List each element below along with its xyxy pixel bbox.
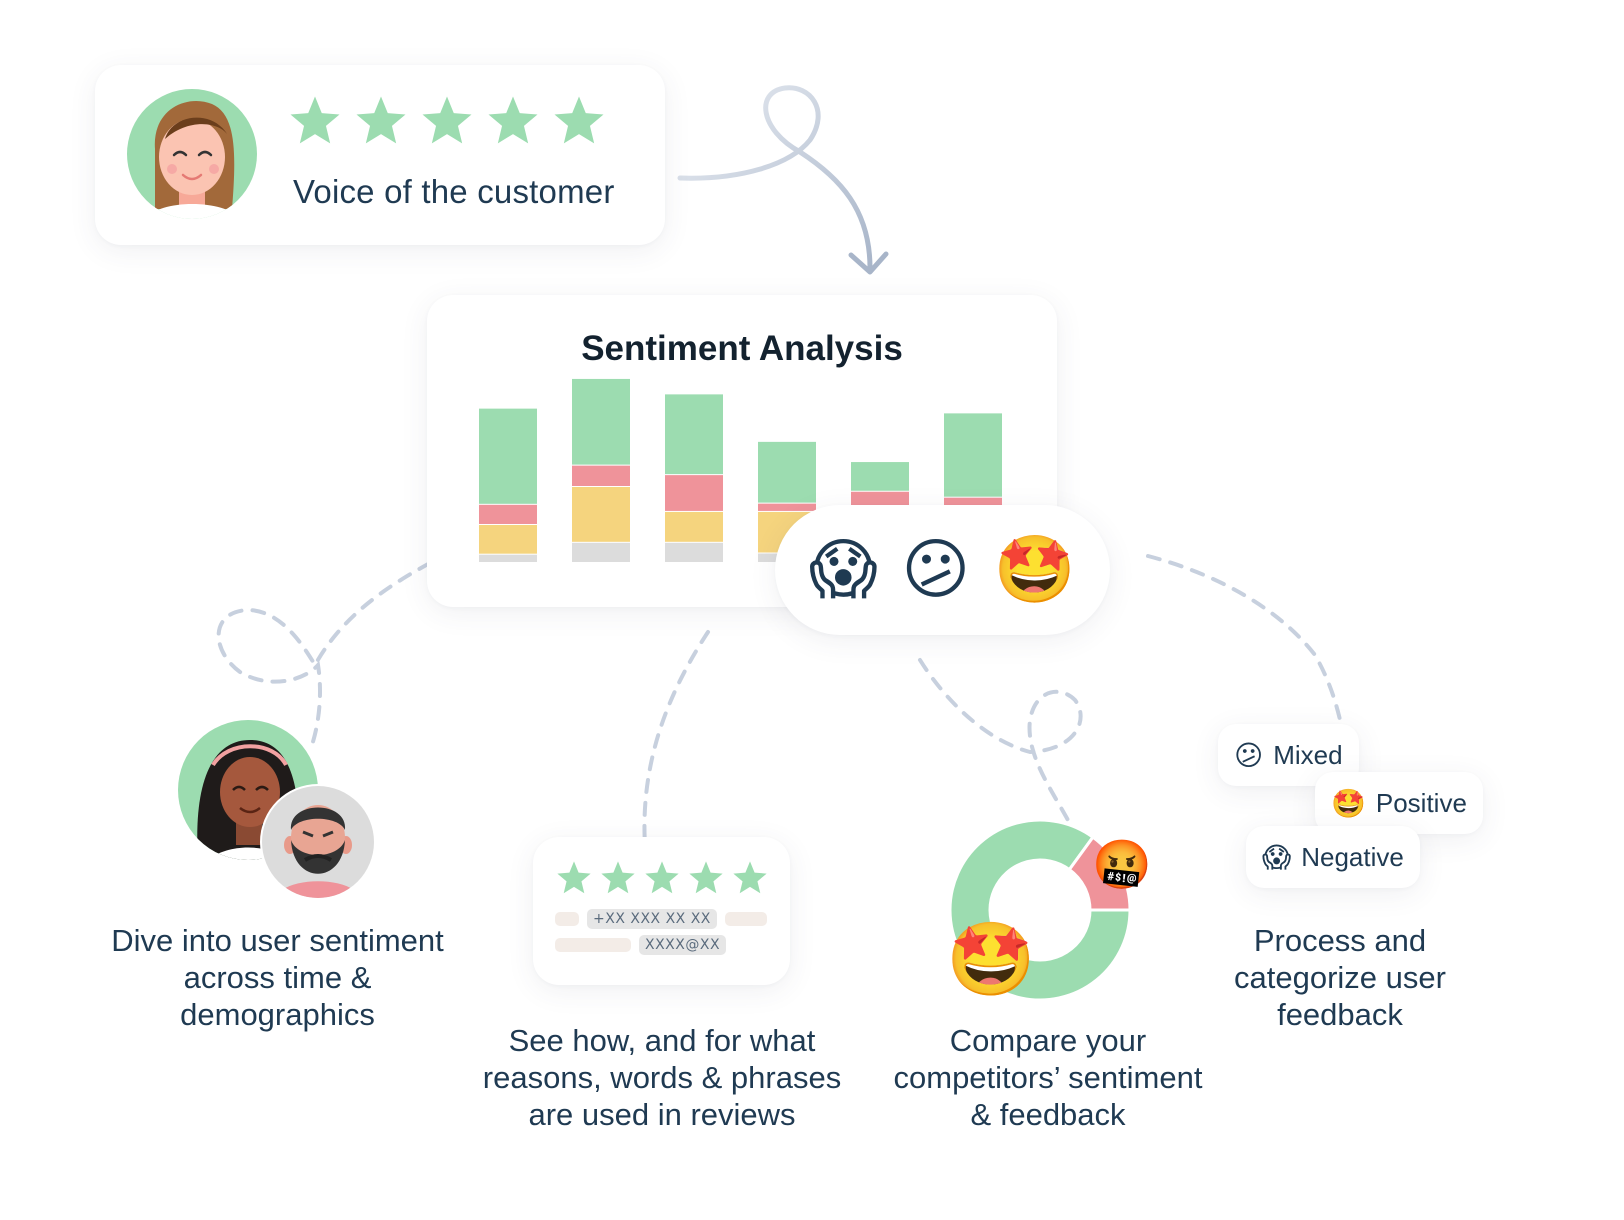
bar-segment-positive xyxy=(665,394,723,475)
placeholder-bar xyxy=(555,938,631,952)
smiling-woman-avatar-icon xyxy=(127,89,257,219)
feature-competitors-text: Compare your competitors’ sentiment & fe… xyxy=(868,1022,1228,1133)
star-struck-face-icon: 🤩 xyxy=(993,531,1077,608)
dashed-connector-left xyxy=(216,561,432,747)
voice-of-customer-card: Voice of the customer xyxy=(95,65,665,245)
star-icon xyxy=(356,96,406,144)
star-icon xyxy=(689,861,723,894)
tag-label: Mixed xyxy=(1273,739,1343,770)
tag-positive[interactable]: 🤩 Positive xyxy=(1315,772,1483,834)
face-screaming-in-fear-icon: 😱 xyxy=(808,531,878,608)
star-icon xyxy=(290,96,340,144)
bar-segment-other xyxy=(572,542,630,562)
dashed-connector-middle xyxy=(642,630,710,847)
feature-categorize-text: Process and categorize user feedback xyxy=(1190,922,1490,1033)
star-icon xyxy=(557,861,591,894)
star-struck-face-icon: 🤩 xyxy=(946,917,1036,1001)
feature-line: across time & xyxy=(183,960,372,995)
dashed-connector-right xyxy=(1146,554,1347,744)
bar-segment-mixed xyxy=(572,487,630,542)
confused-face-icon: 😕 xyxy=(1234,738,1264,772)
bar-segment-positive xyxy=(944,413,1002,497)
dashed-connector-competitors xyxy=(918,658,1083,840)
star-struck-face-icon: 🤩 xyxy=(1331,786,1366,820)
bar-segment-negative xyxy=(758,503,816,511)
voc-star-rating xyxy=(287,93,607,149)
bar-segment-positive xyxy=(758,441,816,503)
screaming-face-icon: 😱 xyxy=(1262,840,1292,874)
feature-line: & feedback xyxy=(970,1097,1126,1132)
angry-face-icon: 🤬 xyxy=(1092,837,1152,893)
bar-segment-positive xyxy=(851,462,909,491)
star-icon xyxy=(488,96,538,144)
placeholder-bar xyxy=(724,912,767,926)
bar-segment-mixed xyxy=(665,511,723,542)
tag-label: Negative xyxy=(1301,841,1404,872)
tag-negative[interactable]: 😱 Negative xyxy=(1246,826,1420,888)
arrow-head-icon xyxy=(848,251,889,275)
review-card: +XX XXX XX XX XXXX@XX xyxy=(533,837,790,985)
voc-title: Voice of the customer xyxy=(293,173,615,210)
bar-segment-positive xyxy=(479,408,537,504)
bar-segment-negative xyxy=(479,504,537,524)
curly-arrow xyxy=(677,85,873,271)
star-icon xyxy=(733,861,767,894)
feature-reviews-text: See how, and for what reasons, words & p… xyxy=(462,1022,862,1133)
redacted-phone: +XX XXX XX XX xyxy=(587,909,717,929)
bar-segment-positive xyxy=(572,378,630,465)
feature-line: Compare your xyxy=(949,1023,1147,1058)
feature-demographics-text: Dive into user sentiment across time & d… xyxy=(80,922,475,1033)
bar-segment-mixed xyxy=(479,525,537,554)
feature-line: See how, and for what xyxy=(508,1023,816,1058)
sentiment-emoji-pill: 😱 😕 🤩 xyxy=(775,505,1110,635)
email-row: XXXX@XX xyxy=(555,935,727,955)
star-icon xyxy=(601,861,635,894)
review-star-rating xyxy=(555,859,769,897)
bar-segment-negative xyxy=(572,465,630,486)
feature-line: are used in reviews xyxy=(528,1097,796,1132)
feature-line: competitors’ sentiment xyxy=(893,1060,1203,1095)
phone-row: +XX XXX XX XX xyxy=(555,909,767,929)
feature-line: Dive into user sentiment xyxy=(111,923,444,958)
placeholder-bar xyxy=(555,912,579,926)
feature-line: feedback xyxy=(1277,997,1403,1032)
bar-segment-negative xyxy=(665,475,723,511)
user-avatars-icon xyxy=(178,720,376,900)
bar-segment-other xyxy=(479,554,537,562)
feature-line: Process and xyxy=(1253,923,1427,958)
redacted-email: XXXX@XX xyxy=(639,935,727,955)
star-icon xyxy=(554,96,604,144)
feature-line: reasons, words & phrases xyxy=(482,1060,842,1095)
feature-line: categorize user xyxy=(1234,960,1446,995)
bar-segment-other xyxy=(665,542,723,562)
star-icon xyxy=(422,96,472,144)
star-icon xyxy=(645,861,679,894)
feature-line: demographics xyxy=(180,997,375,1032)
confused-face-icon: 😕 xyxy=(901,531,971,608)
competitor-donut: 🤬 🤩 xyxy=(940,815,1160,1015)
tag-label: Positive xyxy=(1375,787,1467,818)
